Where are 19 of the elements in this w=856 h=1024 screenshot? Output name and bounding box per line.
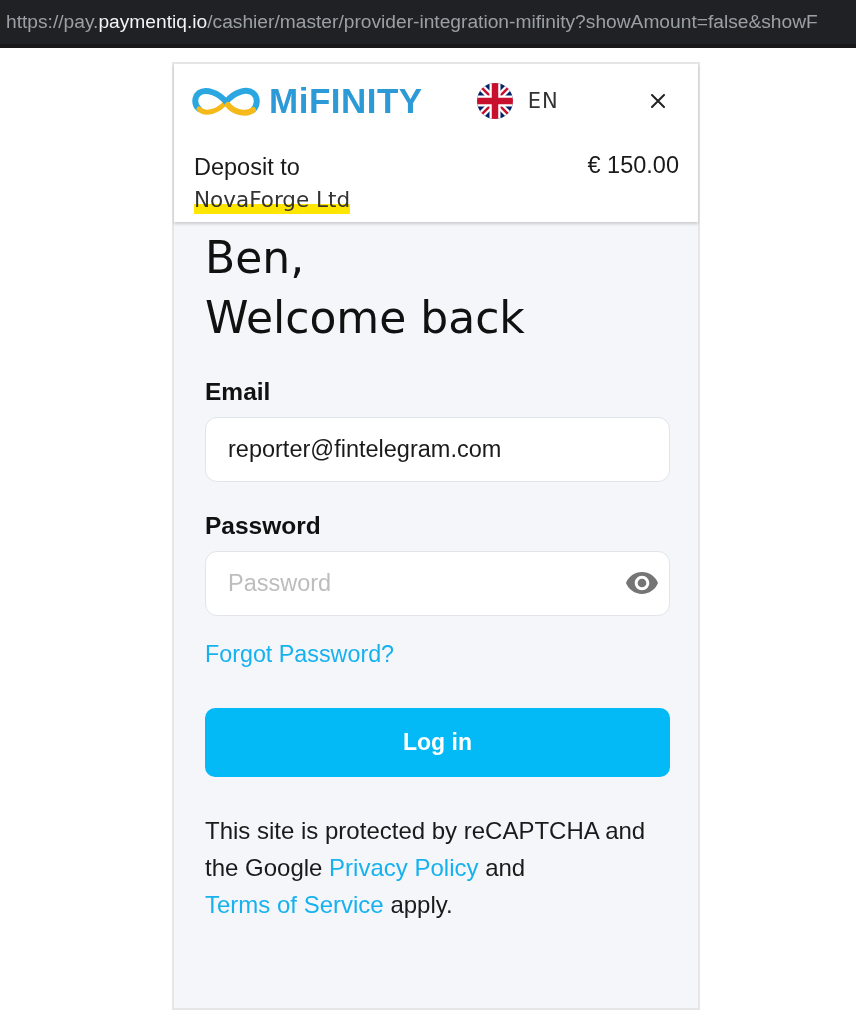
field-label: Password (205, 511, 321, 541)
recaptcha-notice: This site is protected by reCAPTCHA and the Google Privacy Policy and Terms of Service apply. (205, 816, 647, 920)
login-button[interactable]: Log in (205, 708, 670, 777)
flag-icon (476, 83, 513, 119)
deposit-amount: € 150.00 (587, 152, 679, 178)
policy-link[interactable]: Privacy Policy (329, 854, 479, 881)
password-field[interactable]: Password (205, 551, 670, 616)
field-label: Email (205, 377, 271, 407)
policy-link[interactable]: Terms of Service (205, 891, 384, 918)
logo-wordmark: MiFINITY (269, 82, 423, 120)
greeting-text: Ben, (205, 231, 305, 285)
forgot-password-link[interactable]: Forgot Password? (205, 639, 395, 669)
email-field[interactable]: reporter@fintelegram.com (205, 417, 670, 482)
language-selector[interactable]: EN (476, 83, 559, 119)
greeting-text: Welcome back (205, 291, 525, 345)
eye-icon[interactable] (626, 572, 658, 594)
deposit-label: Deposit to (194, 153, 300, 182)
close-icon[interactable] (651, 94, 665, 108)
address-bar[interactable]: https://pay.paymentiq.io/cashier/master/provider-integration-mifinity?showAmount=false&showF (0, 0, 856, 48)
